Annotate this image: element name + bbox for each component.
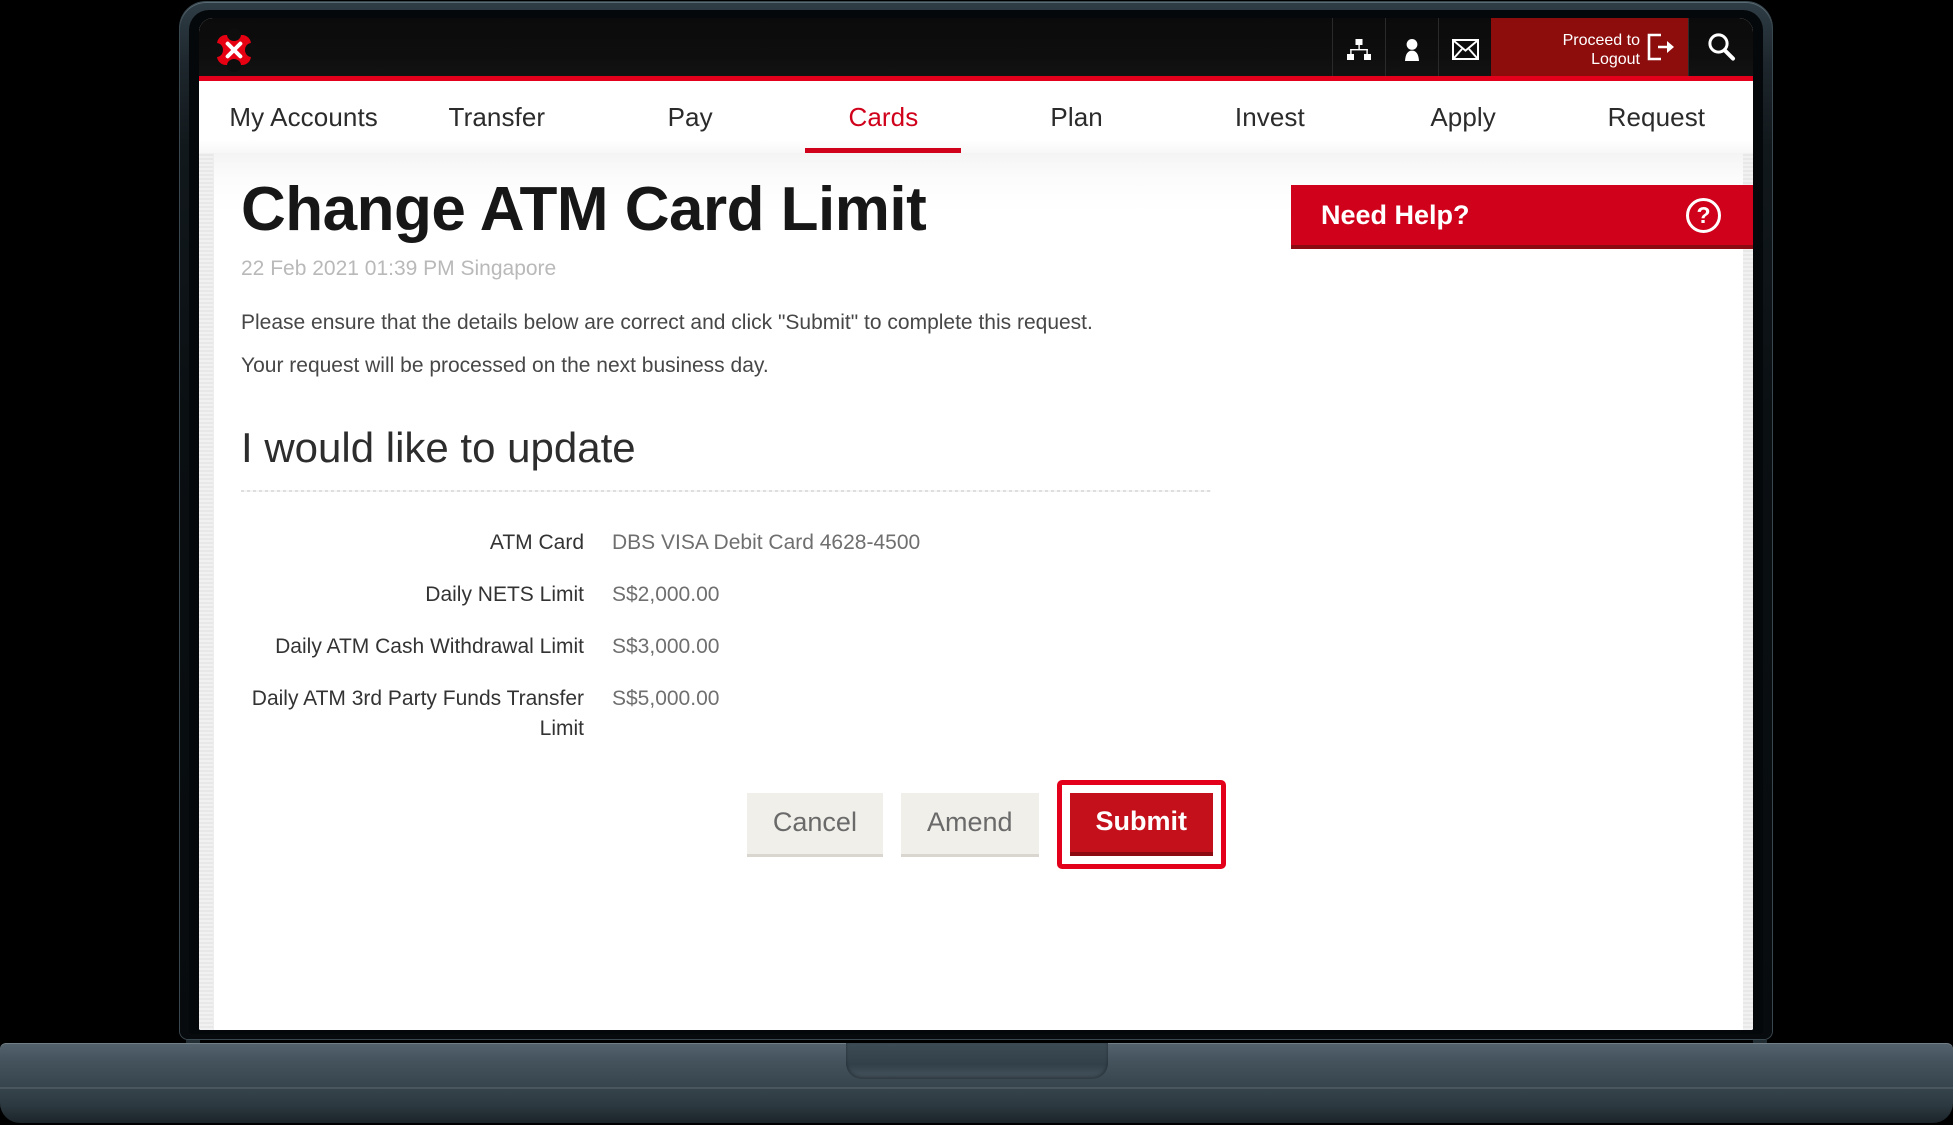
- cancel-button[interactable]: Cancel: [746, 792, 883, 857]
- profile-icon: [1401, 38, 1423, 62]
- form-actions: Cancel Amend Submit: [241, 780, 1228, 869]
- nav-label: Invest: [1234, 101, 1305, 132]
- nav-label: Pay: [667, 101, 713, 132]
- detail-label: Daily ATM Cash Withdrawal Limit: [275, 635, 584, 658]
- nav-item-invest[interactable]: Invest: [1173, 81, 1366, 153]
- nav-label: My Accounts: [229, 101, 378, 132]
- nav-item-my-accounts[interactable]: My Accounts: [207, 81, 400, 153]
- detail-label: ATM Card: [489, 531, 584, 554]
- sitemap-button[interactable]: [1332, 18, 1385, 81]
- detail-value: DBS VISA Debit Card 4628-4500: [612, 531, 921, 554]
- logout-icon: [1646, 33, 1676, 66]
- detail-label: Daily ATM 3rd Party Funds Transfer Limit: [251, 687, 584, 740]
- nav-item-pay[interactable]: Pay: [594, 81, 787, 153]
- nav-label: Plan: [1050, 101, 1103, 132]
- nav-label: Request: [1607, 101, 1706, 132]
- detail-value: S$2,000.00: [612, 583, 720, 606]
- dbs-logo-mark: [210, 27, 258, 72]
- mail-icon: [1451, 39, 1479, 60]
- page-content: Change ATM Card Limit 22 Feb 2021 01:39 …: [199, 175, 1753, 869]
- intro-text-line-1: Please ensure that the details below are…: [241, 311, 1093, 334]
- main-navigation: My Accounts Transfer Pay Cards Plan Inve…: [199, 81, 1753, 153]
- section-divider: [241, 490, 1211, 492]
- intro-text-line-2: Your request will be processed on the ne…: [241, 354, 769, 377]
- nav-item-request[interactable]: Request: [1560, 81, 1753, 153]
- table-row: Daily ATM Cash Withdrawal Limit S$3,000.…: [241, 632, 1226, 684]
- laptop-base-edge: [0, 1087, 1953, 1089]
- page-body: Need Help? ? Change ATM Card Limit 22 Fe…: [199, 153, 1753, 1030]
- nav-label: Cards: [848, 101, 919, 132]
- section-heading: I would like to update: [241, 424, 636, 471]
- logo-notch-left: [210, 42, 223, 57]
- search-button[interactable]: [1688, 18, 1753, 81]
- detail-label: Daily NETS Limit: [425, 583, 584, 606]
- nav-item-apply[interactable]: Apply: [1367, 81, 1560, 153]
- nav-label: Apply: [1430, 101, 1496, 132]
- nav-item-cards[interactable]: Cards: [787, 81, 980, 153]
- nav-item-plan[interactable]: Plan: [980, 81, 1173, 153]
- detail-value: S$3,000.00: [612, 635, 720, 658]
- laptop-screen: Proceed to Logout My Accounts Transfer P…: [199, 18, 1753, 1030]
- table-row: Daily NETS Limit S$2,000.00: [241, 580, 1226, 632]
- logo-notch-top: [227, 27, 241, 41]
- amend-button[interactable]: Amend: [900, 792, 1039, 857]
- proceed-to-logout-button[interactable]: Proceed to Logout: [1491, 18, 1688, 81]
- table-row: Daily ATM 3rd Party Funds Transfer Limit…: [241, 684, 1226, 766]
- screenshot-stage: Proceed to Logout My Accounts Transfer P…: [0, 0, 1953, 1125]
- mail-button[interactable]: [1438, 18, 1491, 81]
- laptop-base-notch: [845, 1043, 1108, 1079]
- profile-button[interactable]: [1385, 18, 1438, 81]
- submit-highlight-annotation: Submit: [1056, 780, 1226, 869]
- logo-notch-bottom: [227, 58, 241, 72]
- details-table: ATM Card DBS VISA Debit Card 4628-4500 D…: [241, 528, 1226, 766]
- dbs-logo[interactable]: [199, 18, 258, 81]
- page-title: Change ATM Card Limit: [241, 175, 927, 244]
- detail-value: S$5,000.00: [612, 687, 720, 710]
- logo-notch-right: [245, 42, 258, 57]
- nav-label: Transfer: [448, 101, 546, 132]
- page-timestamp: 22 Feb 2021 01:39 PM Singapore: [241, 257, 557, 280]
- table-row: ATM Card DBS VISA Debit Card 4628-4500: [241, 528, 1226, 580]
- laptop-base: [0, 1043, 1953, 1123]
- logout-label: Proceed to Logout: [1562, 31, 1640, 68]
- submit-button[interactable]: Submit: [1069, 793, 1213, 856]
- search-icon: [1705, 31, 1737, 68]
- sitemap-icon: [1346, 38, 1372, 62]
- top-utility-bar: Proceed to Logout: [199, 18, 1753, 81]
- nav-item-transfer[interactable]: Transfer: [400, 81, 593, 153]
